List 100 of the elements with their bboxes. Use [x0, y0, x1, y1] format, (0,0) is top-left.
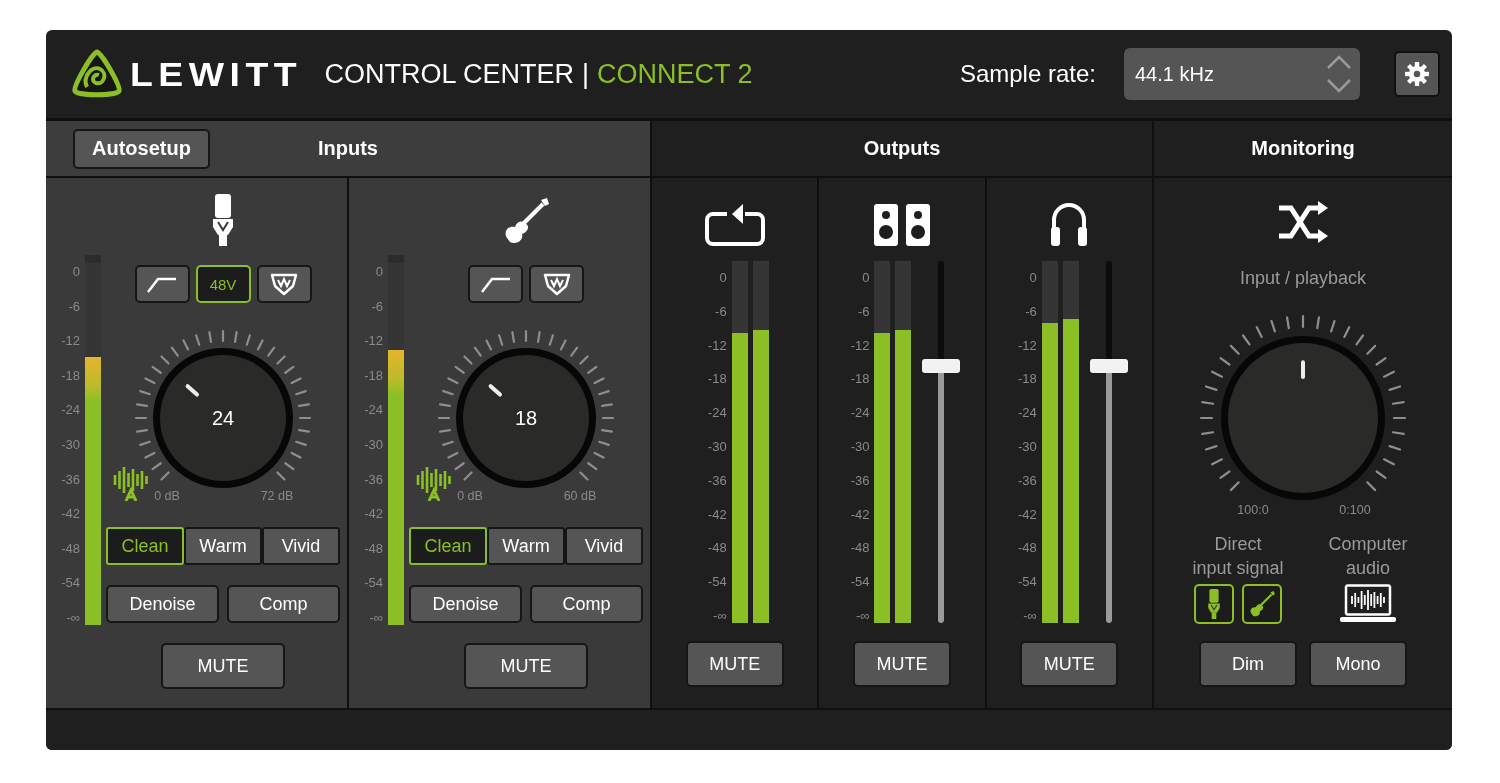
scale-label: -12 — [850, 338, 870, 353]
voicing-tab[interactable]: Clean — [106, 527, 184, 565]
mute-button[interactable]: MUTE — [853, 641, 951, 687]
app-title: CONTROL CENTER — [324, 58, 575, 90]
settings-button[interactable] — [1394, 51, 1440, 97]
effect-button[interactable]: Comp — [227, 585, 340, 623]
fader-thumb[interactable] — [1089, 359, 1128, 373]
knob-range-label: 0 dB — [457, 489, 483, 503]
guitar-source-button[interactable] — [1242, 584, 1282, 624]
low-cut-button[interactable] — [468, 265, 523, 303]
gain-knob[interactable] — [153, 348, 293, 488]
shield-icon — [542, 272, 571, 296]
section-title: Monitoring — [1251, 137, 1355, 160]
voicing-tab[interactable]: Clean — [409, 527, 487, 565]
scale-label: -54 — [364, 576, 383, 591]
scale-label: -48 — [707, 541, 727, 556]
sample-rate-select[interactable]: 44.1 kHz — [1124, 48, 1360, 100]
crossfade-icon — [1277, 200, 1329, 244]
scale-label: -54 — [707, 575, 727, 590]
knob-range-label: 100:0 — [1237, 503, 1269, 517]
fader-thumb[interactable] — [922, 359, 961, 373]
auto-gain-icon — [416, 465, 452, 501]
gain-value: 18 — [514, 407, 538, 429]
scale-label: -18 — [364, 368, 383, 383]
computer-audio-label: Computer audio — [1328, 533, 1408, 580]
scale-label: -6 — [857, 304, 870, 319]
loop-arrow-icon — [704, 202, 765, 246]
scale-label: 0 — [375, 265, 383, 279]
scale-label: -36 — [850, 473, 870, 488]
speakers-icon — [874, 204, 930, 246]
knob-range-label: 0:100 — [1339, 503, 1371, 517]
scale-label: -∞ — [1023, 608, 1037, 623]
scale-label: 0 — [1029, 271, 1037, 285]
knob-indicator — [185, 384, 199, 397]
scale-label: -48 — [61, 541, 80, 556]
volume-fader[interactable] — [1089, 261, 1128, 623]
scale-label: -42 — [1018, 507, 1037, 522]
voicing-tab[interactable]: Warm — [487, 527, 565, 565]
scale-label: 0 — [719, 271, 727, 285]
scale-label: -30 — [850, 440, 870, 454]
mono-button[interactable]: Mono — [1309, 641, 1407, 687]
sample-rate-label: Sample rate: — [959, 60, 1096, 88]
clip-guard-button[interactable] — [529, 265, 584, 303]
scale-label: -6 — [715, 304, 727, 319]
dim-button[interactable]: Dim — [1199, 641, 1297, 687]
up-down-chevrons-icon — [1326, 54, 1352, 94]
mute-button[interactable]: MUTE — [685, 641, 784, 687]
scale-label: -36 — [364, 472, 383, 487]
effect-button[interactable]: Denoise — [106, 585, 219, 623]
scale-label: -6 — [68, 299, 80, 314]
scale-label: -36 — [61, 472, 80, 487]
microphone-source-button[interactable] — [1194, 584, 1234, 624]
scale-label: 0 — [72, 265, 80, 279]
settings-icon — [1404, 61, 1430, 87]
scale-label: -24 — [1018, 406, 1037, 421]
shield-icon — [270, 272, 298, 296]
scale-label: -42 — [707, 507, 727, 522]
gain-knob[interactable] — [456, 348, 596, 488]
scale-label: -24 — [707, 406, 727, 421]
scale-label: -36 — [707, 473, 727, 488]
knob-range-label: 0 dB — [154, 489, 180, 503]
effect-button[interactable]: Denoise — [409, 585, 522, 623]
scale-label: -6 — [371, 299, 383, 314]
scale-label: -42 — [61, 507, 80, 522]
guitar-icon — [1248, 590, 1276, 618]
scale-label: -48 — [364, 541, 383, 556]
scale-label: -30 — [61, 437, 80, 452]
microphone-icon — [211, 194, 235, 246]
scale-label: -12 — [364, 334, 383, 349]
scale-label: -∞ — [369, 610, 383, 625]
direct-input-label: Direct input signal — [1192, 533, 1284, 580]
autosetup-button[interactable]: Autosetup — [73, 128, 210, 169]
scale-label: -∞ — [66, 610, 80, 625]
logo-wordmark: LEWITT — [130, 54, 303, 94]
low-cut-button[interactable] — [134, 265, 190, 303]
laptop-waveform-icon — [1340, 584, 1396, 624]
voicing-tab[interactable]: Vivid — [565, 527, 643, 565]
scale-label: -18 — [61, 368, 80, 383]
scale-label: -6 — [1025, 304, 1037, 319]
effect-button[interactable]: Comp — [530, 585, 643, 623]
scale-label: -18 — [850, 372, 870, 387]
section-title: Inputs — [318, 137, 378, 160]
voicing-tab[interactable]: Warm — [184, 527, 262, 565]
scale-label: -42 — [850, 507, 870, 522]
scale-label: -18 — [1018, 372, 1037, 387]
scale-label: -48 — [850, 541, 870, 556]
scale-label: -54 — [850, 575, 870, 590]
voicing-tab[interactable]: Vivid — [262, 527, 340, 565]
clip-guard-button[interactable] — [256, 265, 312, 303]
title-separator: | — [582, 58, 590, 90]
knob-range-label: 72 dB — [260, 489, 294, 503]
volume-fader[interactable] — [922, 261, 961, 623]
scale-label: -∞ — [855, 608, 870, 623]
scale-label: -12 — [1018, 338, 1037, 353]
mute-button[interactable]: MUTE — [161, 643, 285, 689]
mute-button[interactable]: MUTE — [1020, 641, 1119, 687]
phantom-power-button[interactable]: 48V — [195, 265, 251, 303]
mute-button[interactable]: MUTE — [464, 643, 588, 689]
scale-label: -48 — [1018, 541, 1037, 556]
scale-label: -12 — [61, 334, 80, 349]
